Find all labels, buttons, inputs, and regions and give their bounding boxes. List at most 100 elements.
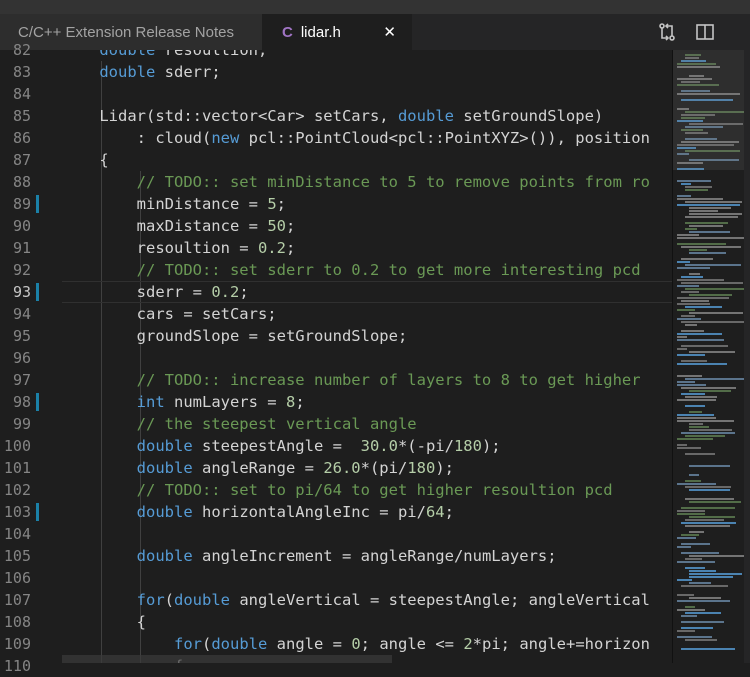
open-changes-icon[interactable] xyxy=(656,22,678,42)
code-line[interactable]: resoultion = 0.2; xyxy=(62,237,296,259)
code-line[interactable]: int numLayers = 8; xyxy=(62,391,305,413)
minimap-line xyxy=(685,612,721,614)
minimap-line xyxy=(685,486,731,488)
minimap-line xyxy=(685,378,744,380)
minimap-line xyxy=(685,306,722,308)
code-line[interactable]: double resoultion; xyxy=(62,50,267,61)
minimap-line xyxy=(677,546,691,548)
code-line[interactable]: groundSlope = setGroundSlope; xyxy=(62,325,408,347)
minimap-line xyxy=(681,258,713,260)
tab-lidar-h[interactable]: C lidar.h ✕ xyxy=(262,14,412,50)
minimap-line xyxy=(677,630,695,632)
minimap-line xyxy=(689,225,723,227)
code-line[interactable]: { xyxy=(62,611,146,633)
minimap-line xyxy=(677,285,699,287)
minimap-line xyxy=(685,567,705,569)
minimap-line xyxy=(689,351,735,353)
line-number: 92 xyxy=(12,261,31,279)
minimap-line xyxy=(685,396,717,398)
minimap-line xyxy=(681,627,713,629)
minimap-line xyxy=(685,639,717,641)
minimap-line xyxy=(681,360,707,362)
minimap-viewport[interactable] xyxy=(673,50,745,170)
code-line[interactable]: double steepestAngle = 30.0*(-pi/180); xyxy=(62,435,501,457)
close-tab-button[interactable]: ✕ xyxy=(383,23,396,41)
minimap-line xyxy=(677,414,714,416)
minimap-line xyxy=(677,198,723,200)
minimap-line xyxy=(685,189,708,191)
code-area[interactable]: double resoultion; double sderr; Lidar(s… xyxy=(62,50,672,663)
minimap-line xyxy=(685,525,730,527)
minimap-line xyxy=(677,510,705,512)
code-line[interactable]: { xyxy=(62,149,108,171)
minimap-line xyxy=(689,597,721,599)
minimap-line xyxy=(681,300,709,302)
horizontal-scrollbar[interactable] xyxy=(62,655,392,663)
minimap-line xyxy=(681,615,697,617)
code-line[interactable]: // TODO:: set minDistance to 5 to remove… xyxy=(62,171,650,193)
line-number: 87 xyxy=(12,151,31,169)
minimap-line xyxy=(681,648,735,650)
minimap-line xyxy=(681,522,736,524)
modified-line-marker xyxy=(36,195,39,213)
code-line[interactable]: double angleIncrement = angleRange/numLa… xyxy=(62,545,557,567)
minimap-line xyxy=(689,231,730,233)
minimap-line xyxy=(689,207,731,209)
line-number: 88 xyxy=(12,173,31,191)
code-line[interactable]: : cloud(new pcl::PointCloud<pcl::PointXY… xyxy=(62,127,650,149)
line-number: 91 xyxy=(12,239,31,257)
minimap-line xyxy=(677,483,716,485)
line-number: 82 xyxy=(12,41,31,59)
minimap-line xyxy=(689,474,699,476)
minimap-line xyxy=(677,537,696,539)
line-number: 109 xyxy=(3,635,31,653)
minimap-line xyxy=(689,411,702,413)
vertical-scrollbar[interactable] xyxy=(744,50,750,663)
minimap-line xyxy=(681,387,736,389)
split-editor-icon[interactable] xyxy=(694,22,716,42)
minimap-line xyxy=(689,516,735,518)
minimap-line xyxy=(677,243,726,245)
minimap[interactable] xyxy=(672,50,745,663)
minimap-line xyxy=(681,315,695,317)
minimap-line xyxy=(677,261,690,263)
tab-release-notes[interactable]: C/C++ Extension Release Notes xyxy=(0,14,262,50)
code-line[interactable]: cars = setCars; xyxy=(62,303,277,325)
code-line[interactable]: // TODO:: set to pi/64 to get higher res… xyxy=(62,479,613,501)
minimap-line xyxy=(689,294,732,296)
minimap-line xyxy=(677,561,715,563)
minimap-line xyxy=(677,375,702,377)
code-line[interactable]: sderr = 0.2; xyxy=(62,281,249,303)
minimap-line xyxy=(677,336,687,338)
line-number: 90 xyxy=(12,217,31,235)
line-number: 96 xyxy=(12,349,31,367)
line-number: 86 xyxy=(12,129,31,147)
minimap-line xyxy=(677,237,744,239)
minimap-line xyxy=(677,399,716,401)
minimap-line xyxy=(685,201,742,203)
code-line[interactable]: // TODO:: set sderr to 0.2 to get more i… xyxy=(62,259,641,281)
code-line[interactable]: maxDistance = 50; xyxy=(62,215,296,237)
code-line[interactable]: // TODO:: increase number of layers to 8… xyxy=(62,369,641,391)
minimap-line xyxy=(677,354,705,356)
code-line[interactable]: Lidar(std::vector<Car> setCars, double s… xyxy=(62,105,603,127)
code-line[interactable]: double horizontalAngleInc = pi/64; xyxy=(62,501,454,523)
code-line[interactable]: for(double angleVertical = steepestAngle… xyxy=(62,589,650,611)
code-editor[interactable]: 82 83 84 85 86 87 88 89 90 91 92 93 94 95 96 97 98 99 100 1… xyxy=(0,41,672,675)
minimap-line xyxy=(681,321,745,323)
code-line[interactable]: double angleRange = 26.0*(pi/180); xyxy=(62,457,454,479)
minimap-line xyxy=(689,249,707,251)
minimap-line xyxy=(677,513,705,515)
minimap-line xyxy=(689,213,742,215)
window-title-strip xyxy=(0,0,750,14)
line-number: 101 xyxy=(3,459,31,477)
minimap-line xyxy=(681,432,735,434)
minimap-line xyxy=(677,303,710,305)
minimap-line xyxy=(685,324,697,326)
code-line[interactable]: for(double angle = 0; angle <= 2*pi; ang… xyxy=(62,633,650,655)
code-line[interactable]: minDistance = 5; xyxy=(62,193,286,215)
code-line[interactable]: double sderr; xyxy=(62,61,220,83)
minimap-line xyxy=(689,273,700,275)
line-number: 106 xyxy=(3,569,31,587)
code-line[interactable]: // the steepest vertical angle xyxy=(62,413,417,435)
